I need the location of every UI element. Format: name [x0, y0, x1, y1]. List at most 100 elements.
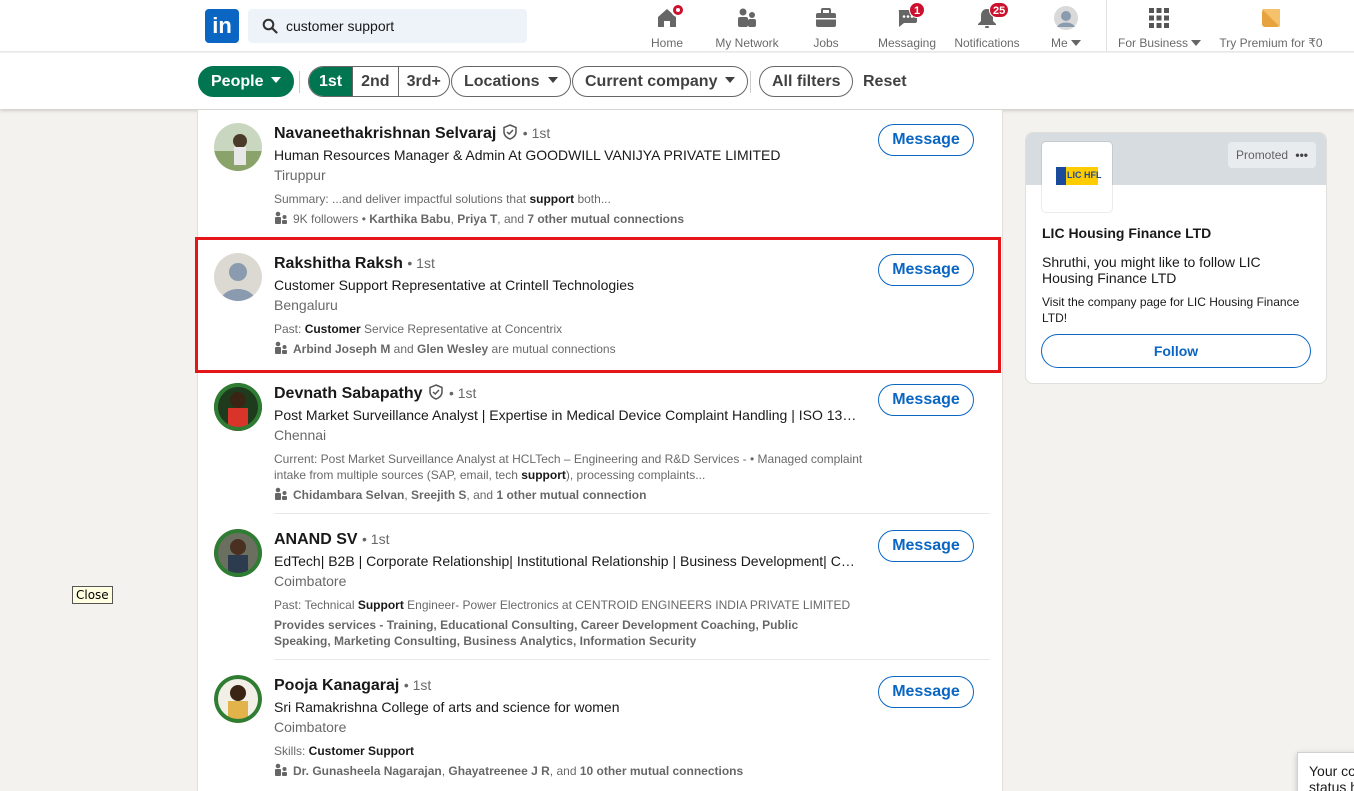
- filter-bar: People 1st 2nd 3rd+ Locations Current co…: [0, 53, 1354, 109]
- linkedin-logo[interactable]: in: [205, 9, 239, 43]
- result-info: ANAND SV • 1st EdTech| B2B | Corporate R…: [274, 529, 864, 649]
- nav-home[interactable]: Home: [646, 3, 688, 50]
- notifications-badge: 25: [989, 2, 1010, 18]
- nav-jobs-label: Jobs: [813, 36, 839, 50]
- result-info: Pooja Kanagaraj • 1st Sri Ramakrishna Co…: [274, 675, 864, 779]
- person-location: Coimbatore: [274, 719, 347, 735]
- mutual-connections[interactable]: 9K followers • Karthika Babu, Priya T, a…: [274, 211, 864, 227]
- result-snippet: Past: Technical Support Engineer- Power …: [274, 598, 851, 612]
- message-button[interactable]: Message: [878, 384, 974, 416]
- avatar-icon: [1054, 6, 1078, 30]
- person-name-link[interactable]: ANAND SV: [274, 531, 358, 548]
- more-options-icon[interactable]: •••: [1295, 148, 1308, 162]
- nav-divider: [1106, 0, 1107, 52]
- verified-icon: [429, 384, 444, 400]
- person-location: Chennai: [274, 427, 327, 443]
- services-text: Provides services - Training, Educationa…: [274, 618, 799, 648]
- people-icon: [275, 763, 287, 776]
- search-icon: [262, 18, 278, 34]
- briefcase-icon: [816, 8, 836, 27]
- result-snippet: Skills: Customer Support: [274, 744, 415, 758]
- chevron-down-icon: [1191, 40, 1202, 46]
- search-box[interactable]: [248, 9, 527, 43]
- profile-photo[interactable]: [214, 675, 262, 723]
- person-headline: Human Resources Manager & Admin At GOODW…: [274, 147, 781, 163]
- message-button[interactable]: Message: [878, 676, 974, 708]
- company-logo[interactable]: LIC HFL: [1042, 142, 1112, 212]
- nav-me-label: Me: [1046, 36, 1086, 50]
- home-notification-dot: [671, 3, 685, 17]
- company-logo-text: LIC HFL: [1067, 170, 1102, 180]
- mutual-connections[interactable]: Chidambara Selvan, Sreejith S, and 1 oth…: [274, 487, 864, 503]
- connection-degree-filter: 1st 2nd 3rd+: [308, 66, 450, 97]
- chevron-down-icon: [1071, 40, 1081, 46]
- locations-filter-button[interactable]: Locations: [451, 66, 571, 97]
- person-name-link[interactable]: Devnath Sabapathy: [274, 385, 422, 402]
- degree-3rd-button[interactable]: 3rd+: [397, 67, 449, 96]
- nav-try-premium[interactable]: Try Premium for ₹0: [1218, 4, 1324, 50]
- result-info: Devnath Sabapathy • 1st Post Market Surv…: [274, 383, 864, 503]
- nav-me[interactable]: Me: [1046, 4, 1086, 50]
- person-name-link[interactable]: Navaneethakrishnan Selvaraj: [274, 125, 496, 142]
- status-toast: Your co status h: [1297, 752, 1354, 791]
- premium-icon: [1262, 9, 1280, 27]
- person-location: Coimbatore: [274, 573, 347, 589]
- verified-icon: [503, 124, 518, 140]
- nav-for-business[interactable]: For Business: [1118, 4, 1202, 50]
- nav-messaging[interactable]: 1 Messaging: [876, 2, 938, 50]
- messaging-badge: 1: [909, 2, 925, 18]
- person-location: Tiruppur: [274, 167, 326, 183]
- follow-button[interactable]: Follow: [1041, 334, 1311, 368]
- nav-notifications-label: Notifications: [954, 36, 1020, 50]
- connection-degree: • 1st: [403, 677, 432, 693]
- all-filters-button[interactable]: All filters: [759, 66, 854, 97]
- connection-degree: • 1st: [448, 385, 477, 401]
- result-snippet: Summary: ...and deliver impactful soluti…: [274, 192, 611, 206]
- caret-down-icon: [725, 77, 736, 83]
- ad-description: Visit the company page for LIC Housing F…: [1042, 295, 1300, 325]
- caret-down-icon: [271, 77, 282, 83]
- top-nav: in Home My Network Jobs 1 Messaging 25: [0, 0, 1354, 52]
- degree-1st-button[interactable]: 1st: [309, 67, 353, 96]
- network-icon: [738, 8, 756, 27]
- nav-for-business-label: For Business: [1118, 36, 1202, 50]
- current-company-filter-button[interactable]: Current company: [572, 66, 749, 97]
- people-icon: [275, 211, 287, 224]
- nav-my-network-label: My Network: [715, 36, 779, 50]
- person-name-link[interactable]: Pooja Kanagaraj: [274, 677, 399, 694]
- person-headline: EdTech| B2B | Corporate Relationship| In…: [274, 553, 858, 569]
- reset-button[interactable]: Reset: [863, 66, 907, 97]
- company-name[interactable]: LIC Housing Finance LTD: [1042, 225, 1211, 241]
- selection-highlight: [195, 237, 1001, 373]
- nav-messaging-label: Messaging: [877, 36, 937, 50]
- people-icon: [275, 487, 287, 500]
- nav-my-network[interactable]: My Network: [712, 4, 782, 50]
- close-tooltip: Close: [72, 586, 113, 604]
- degree-2nd-button[interactable]: 2nd: [352, 67, 397, 96]
- filter-separator: [299, 71, 300, 93]
- result-divider: [274, 513, 990, 514]
- people-filter-button[interactable]: People: [198, 66, 295, 97]
- message-button[interactable]: Message: [878, 124, 974, 156]
- search-results-list: Navaneethakrishnan Selvaraj • 1st Human …: [197, 110, 1003, 791]
- filter-separator: [750, 71, 751, 93]
- promoted-label: Promoted •••: [1228, 142, 1316, 168]
- caret-down-icon: [547, 77, 558, 83]
- grid-icon: [1149, 8, 1169, 28]
- profile-photo[interactable]: [214, 529, 262, 577]
- result-snippet: Current: Post Market Surveillance Analys…: [274, 452, 863, 482]
- promoted-ad-card: Promoted ••• LIC HFL LIC Housing Finance…: [1025, 132, 1327, 384]
- profile-photo[interactable]: [214, 123, 262, 171]
- mutual-connections[interactable]: Dr. Gunasheela Nagarajan, Ghayatreenee J…: [274, 763, 864, 779]
- connection-degree: • 1st: [522, 125, 551, 141]
- ad-pitch: Shruthi, you might like to follow LIC Ho…: [1042, 254, 1261, 286]
- search-input[interactable]: [286, 9, 516, 43]
- message-button[interactable]: Message: [878, 530, 974, 562]
- nav-notifications[interactable]: 25 Notifications: [952, 2, 1022, 50]
- result-divider: [274, 659, 990, 660]
- nav-jobs[interactable]: Jobs: [808, 4, 844, 50]
- person-headline: Sri Ramakrishna College of arts and scie…: [274, 699, 620, 715]
- nav-try-premium-label: Try Premium for ₹0: [1219, 36, 1323, 50]
- profile-photo[interactable]: [214, 383, 262, 431]
- person-headline: Post Market Surveillance Analyst | Exper…: [274, 407, 858, 423]
